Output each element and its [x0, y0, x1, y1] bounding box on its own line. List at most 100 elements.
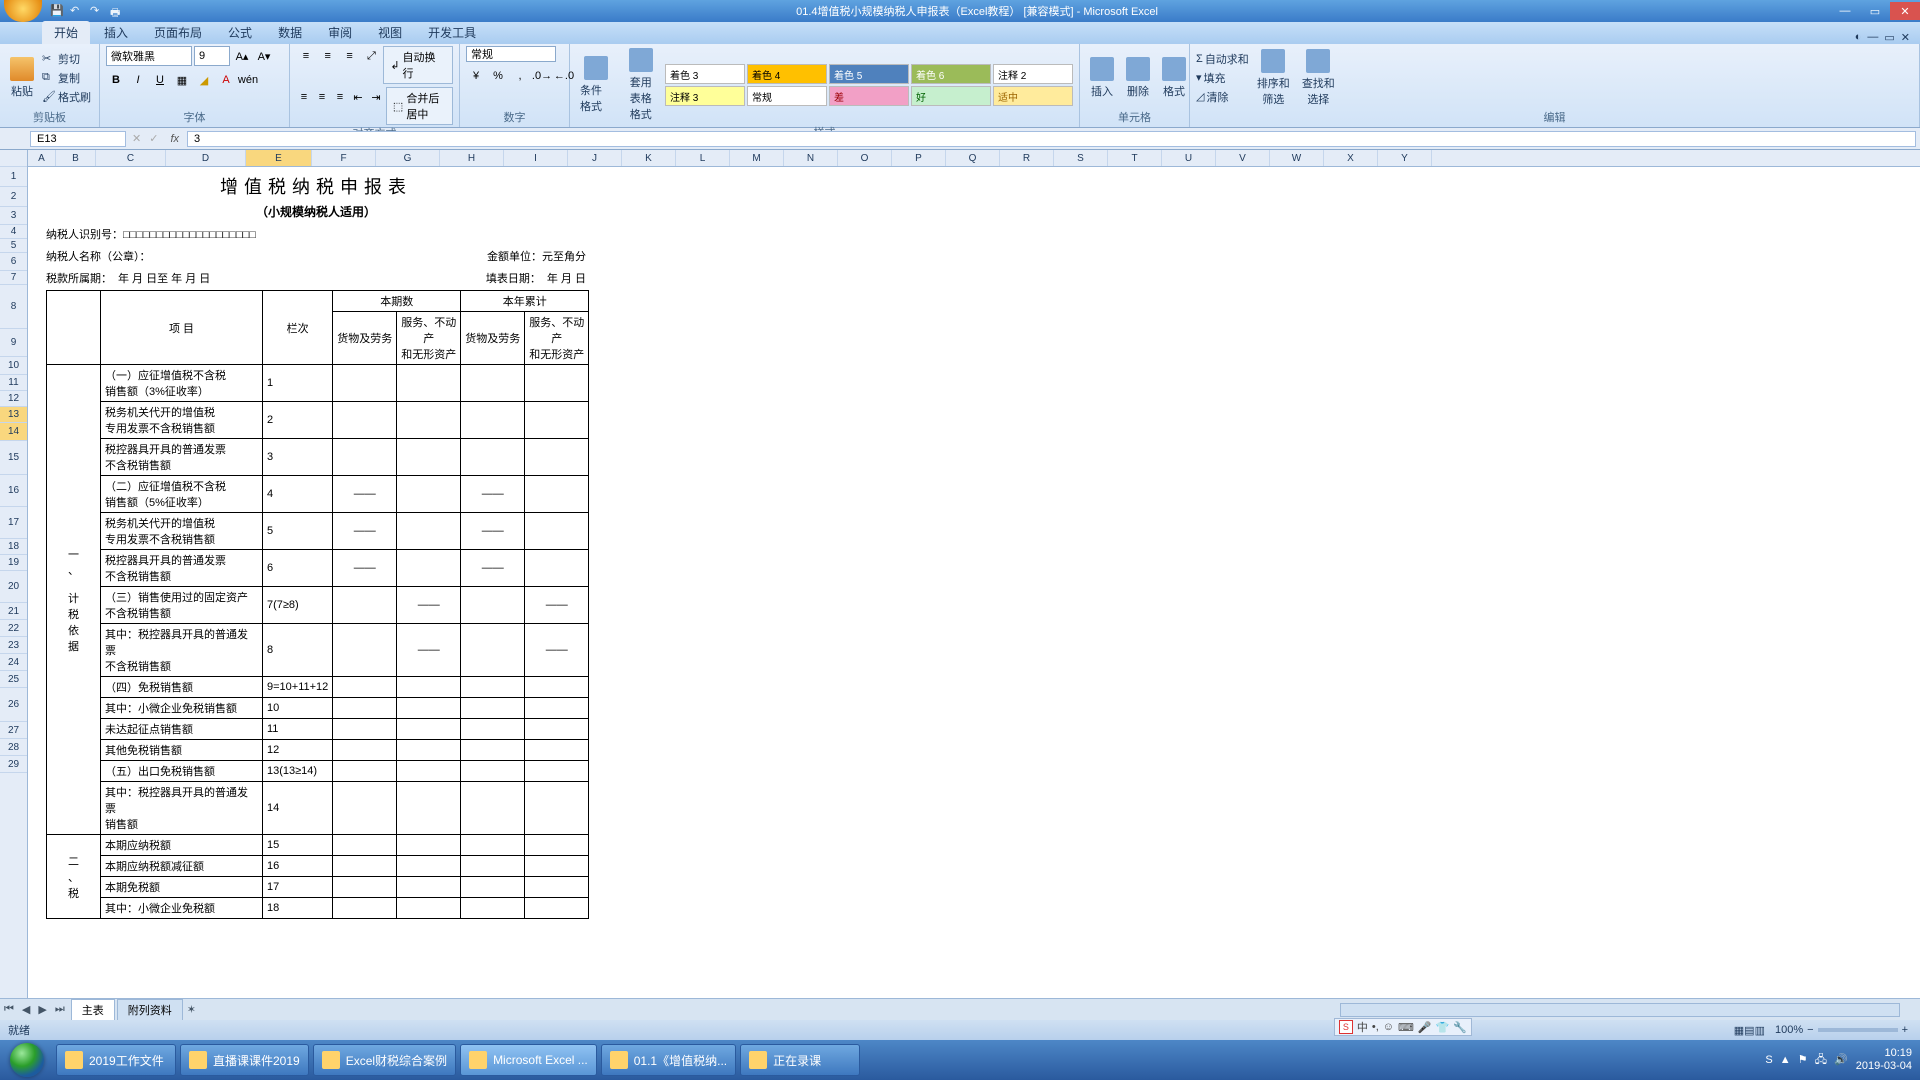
- table-cell[interactable]: [461, 782, 525, 835]
- table-cell[interactable]: [397, 898, 461, 919]
- percent-button[interactable]: %: [488, 66, 508, 86]
- copy-button[interactable]: ⧉复制: [42, 70, 91, 86]
- col-header-I[interactable]: I: [504, 150, 568, 166]
- ime-mic-icon[interactable]: 🎤: [1418, 1021, 1432, 1034]
- row-header-4[interactable]: 4: [0, 225, 27, 239]
- table-cell[interactable]: [461, 402, 525, 439]
- table-cell[interactable]: [333, 856, 397, 877]
- row-header-13[interactable]: 13: [0, 407, 27, 423]
- ime-tool-icon[interactable]: 🔧: [1453, 1021, 1467, 1034]
- row-header-29[interactable]: 29: [0, 756, 27, 773]
- table-cell[interactable]: [397, 782, 461, 835]
- table-cell[interactable]: [397, 761, 461, 782]
- table-cell[interactable]: ——: [397, 624, 461, 677]
- first-sheet-button[interactable]: ⏮: [0, 1003, 18, 1016]
- row-header-6[interactable]: 6: [0, 253, 27, 271]
- table-cell[interactable]: [461, 624, 525, 677]
- redo-icon[interactable]: ↷: [90, 4, 104, 18]
- col-header-T[interactable]: T: [1108, 150, 1162, 166]
- table-cell[interactable]: [333, 402, 397, 439]
- clear-button[interactable]: ◿清除: [1196, 89, 1249, 105]
- col-header-W[interactable]: W: [1270, 150, 1324, 166]
- table-cell[interactable]: [461, 835, 525, 856]
- fx-icon[interactable]: fx: [162, 133, 187, 145]
- row-header-16[interactable]: 16: [0, 475, 27, 507]
- table-format-button[interactable]: 套用 表格格式: [621, 46, 662, 124]
- table-cell[interactable]: [461, 761, 525, 782]
- table-cell[interactable]: [397, 835, 461, 856]
- table-cell[interactable]: [525, 402, 589, 439]
- font-name-input[interactable]: [106, 46, 192, 66]
- formula-input[interactable]: 3: [187, 131, 1916, 147]
- font-size-input[interactable]: [194, 46, 230, 66]
- row-header-14[interactable]: 14: [0, 423, 27, 441]
- table-cell[interactable]: [461, 439, 525, 476]
- table-cell[interactable]: [525, 439, 589, 476]
- row-header-11[interactable]: 11: [0, 375, 27, 391]
- view-pagebreak-button[interactable]: ▥: [1755, 1024, 1765, 1037]
- table-cell[interactable]: [333, 439, 397, 476]
- orientation-button[interactable]: ⤢: [361, 46, 381, 66]
- table-cell[interactable]: [333, 365, 397, 402]
- table-cell[interactable]: [333, 898, 397, 919]
- increase-font-button[interactable]: A▴: [232, 46, 252, 66]
- format-cells-button[interactable]: 格式: [1158, 55, 1190, 101]
- find-select-button[interactable]: 查找和 选择: [1298, 47, 1339, 109]
- row-header-23[interactable]: 23: [0, 637, 27, 654]
- next-sheet-button[interactable]: ▶: [34, 1003, 50, 1016]
- table-cell[interactable]: ——: [333, 550, 397, 587]
- table-cell[interactable]: [333, 782, 397, 835]
- table-cell[interactable]: [333, 835, 397, 856]
- format-painter-button[interactable]: 🖌格式刷: [42, 89, 91, 105]
- row-header-22[interactable]: 22: [0, 620, 27, 637]
- column-headers[interactable]: ABCDEFGHIJKLMNOPQRSTUVWXY: [28, 150, 1920, 167]
- table-cell[interactable]: [461, 587, 525, 624]
- col-header-R[interactable]: R: [1000, 150, 1054, 166]
- row-header-27[interactable]: 27: [0, 722, 27, 739]
- col-header-N[interactable]: N: [784, 150, 838, 166]
- col-header-X[interactable]: X: [1324, 150, 1378, 166]
- row-headers[interactable]: 1234567891011121314151617181920212223242…: [0, 150, 28, 1038]
- row-header-25[interactable]: 25: [0, 671, 27, 688]
- table-cell[interactable]: ——: [333, 476, 397, 513]
- col-header-D[interactable]: D: [166, 150, 246, 166]
- row-header-26[interactable]: 26: [0, 688, 27, 722]
- col-header-E[interactable]: E: [246, 150, 312, 166]
- col-header-O[interactable]: O: [838, 150, 892, 166]
- table-cell[interactable]: [461, 719, 525, 740]
- table-cell[interactable]: [461, 877, 525, 898]
- table-cell[interactable]: [461, 856, 525, 877]
- close-button[interactable]: ✕: [1890, 2, 1920, 20]
- autosum-button[interactable]: Σ自动求和: [1196, 51, 1249, 67]
- row-header-15[interactable]: 15: [0, 441, 27, 475]
- row-header-17[interactable]: 17: [0, 507, 27, 539]
- table-cell[interactable]: [525, 835, 589, 856]
- table-cell[interactable]: ——: [461, 513, 525, 550]
- insert-cells-button[interactable]: 插入: [1086, 55, 1118, 101]
- save-icon[interactable]: 💾: [50, 4, 64, 18]
- office-button[interactable]: [4, 0, 42, 22]
- col-header-P[interactable]: P: [892, 150, 946, 166]
- tab-review[interactable]: 审阅: [316, 21, 364, 44]
- table-cell[interactable]: [333, 677, 397, 698]
- align-center-button[interactable]: ≡: [314, 87, 330, 107]
- table-cell[interactable]: [461, 698, 525, 719]
- tray-net-icon[interactable]: 🖧: [1815, 1054, 1827, 1066]
- start-button[interactable]: [0, 1040, 54, 1080]
- conditional-format-button[interactable]: 条件格式: [576, 54, 617, 116]
- align-middle-button[interactable]: ≡: [318, 46, 338, 66]
- ime-punct-icon[interactable]: •,: [1372, 1021, 1379, 1033]
- table-cell[interactable]: [525, 365, 589, 402]
- align-top-button[interactable]: ≡: [296, 46, 316, 66]
- table-cell[interactable]: ——: [461, 550, 525, 587]
- tab-view[interactable]: 视图: [366, 21, 414, 44]
- maximize-button[interactable]: ▭: [1860, 2, 1890, 20]
- table-cell[interactable]: [525, 513, 589, 550]
- wrap-text-button[interactable]: ↲自动换行: [383, 46, 453, 84]
- col-header-L[interactable]: L: [676, 150, 730, 166]
- table-cell[interactable]: [333, 761, 397, 782]
- comma-button[interactable]: ,: [510, 66, 530, 86]
- table-cell[interactable]: [333, 877, 397, 898]
- cancel-fx-icon[interactable]: ✕: [128, 132, 145, 145]
- style-swatch[interactable]: 着色 4: [747, 64, 827, 84]
